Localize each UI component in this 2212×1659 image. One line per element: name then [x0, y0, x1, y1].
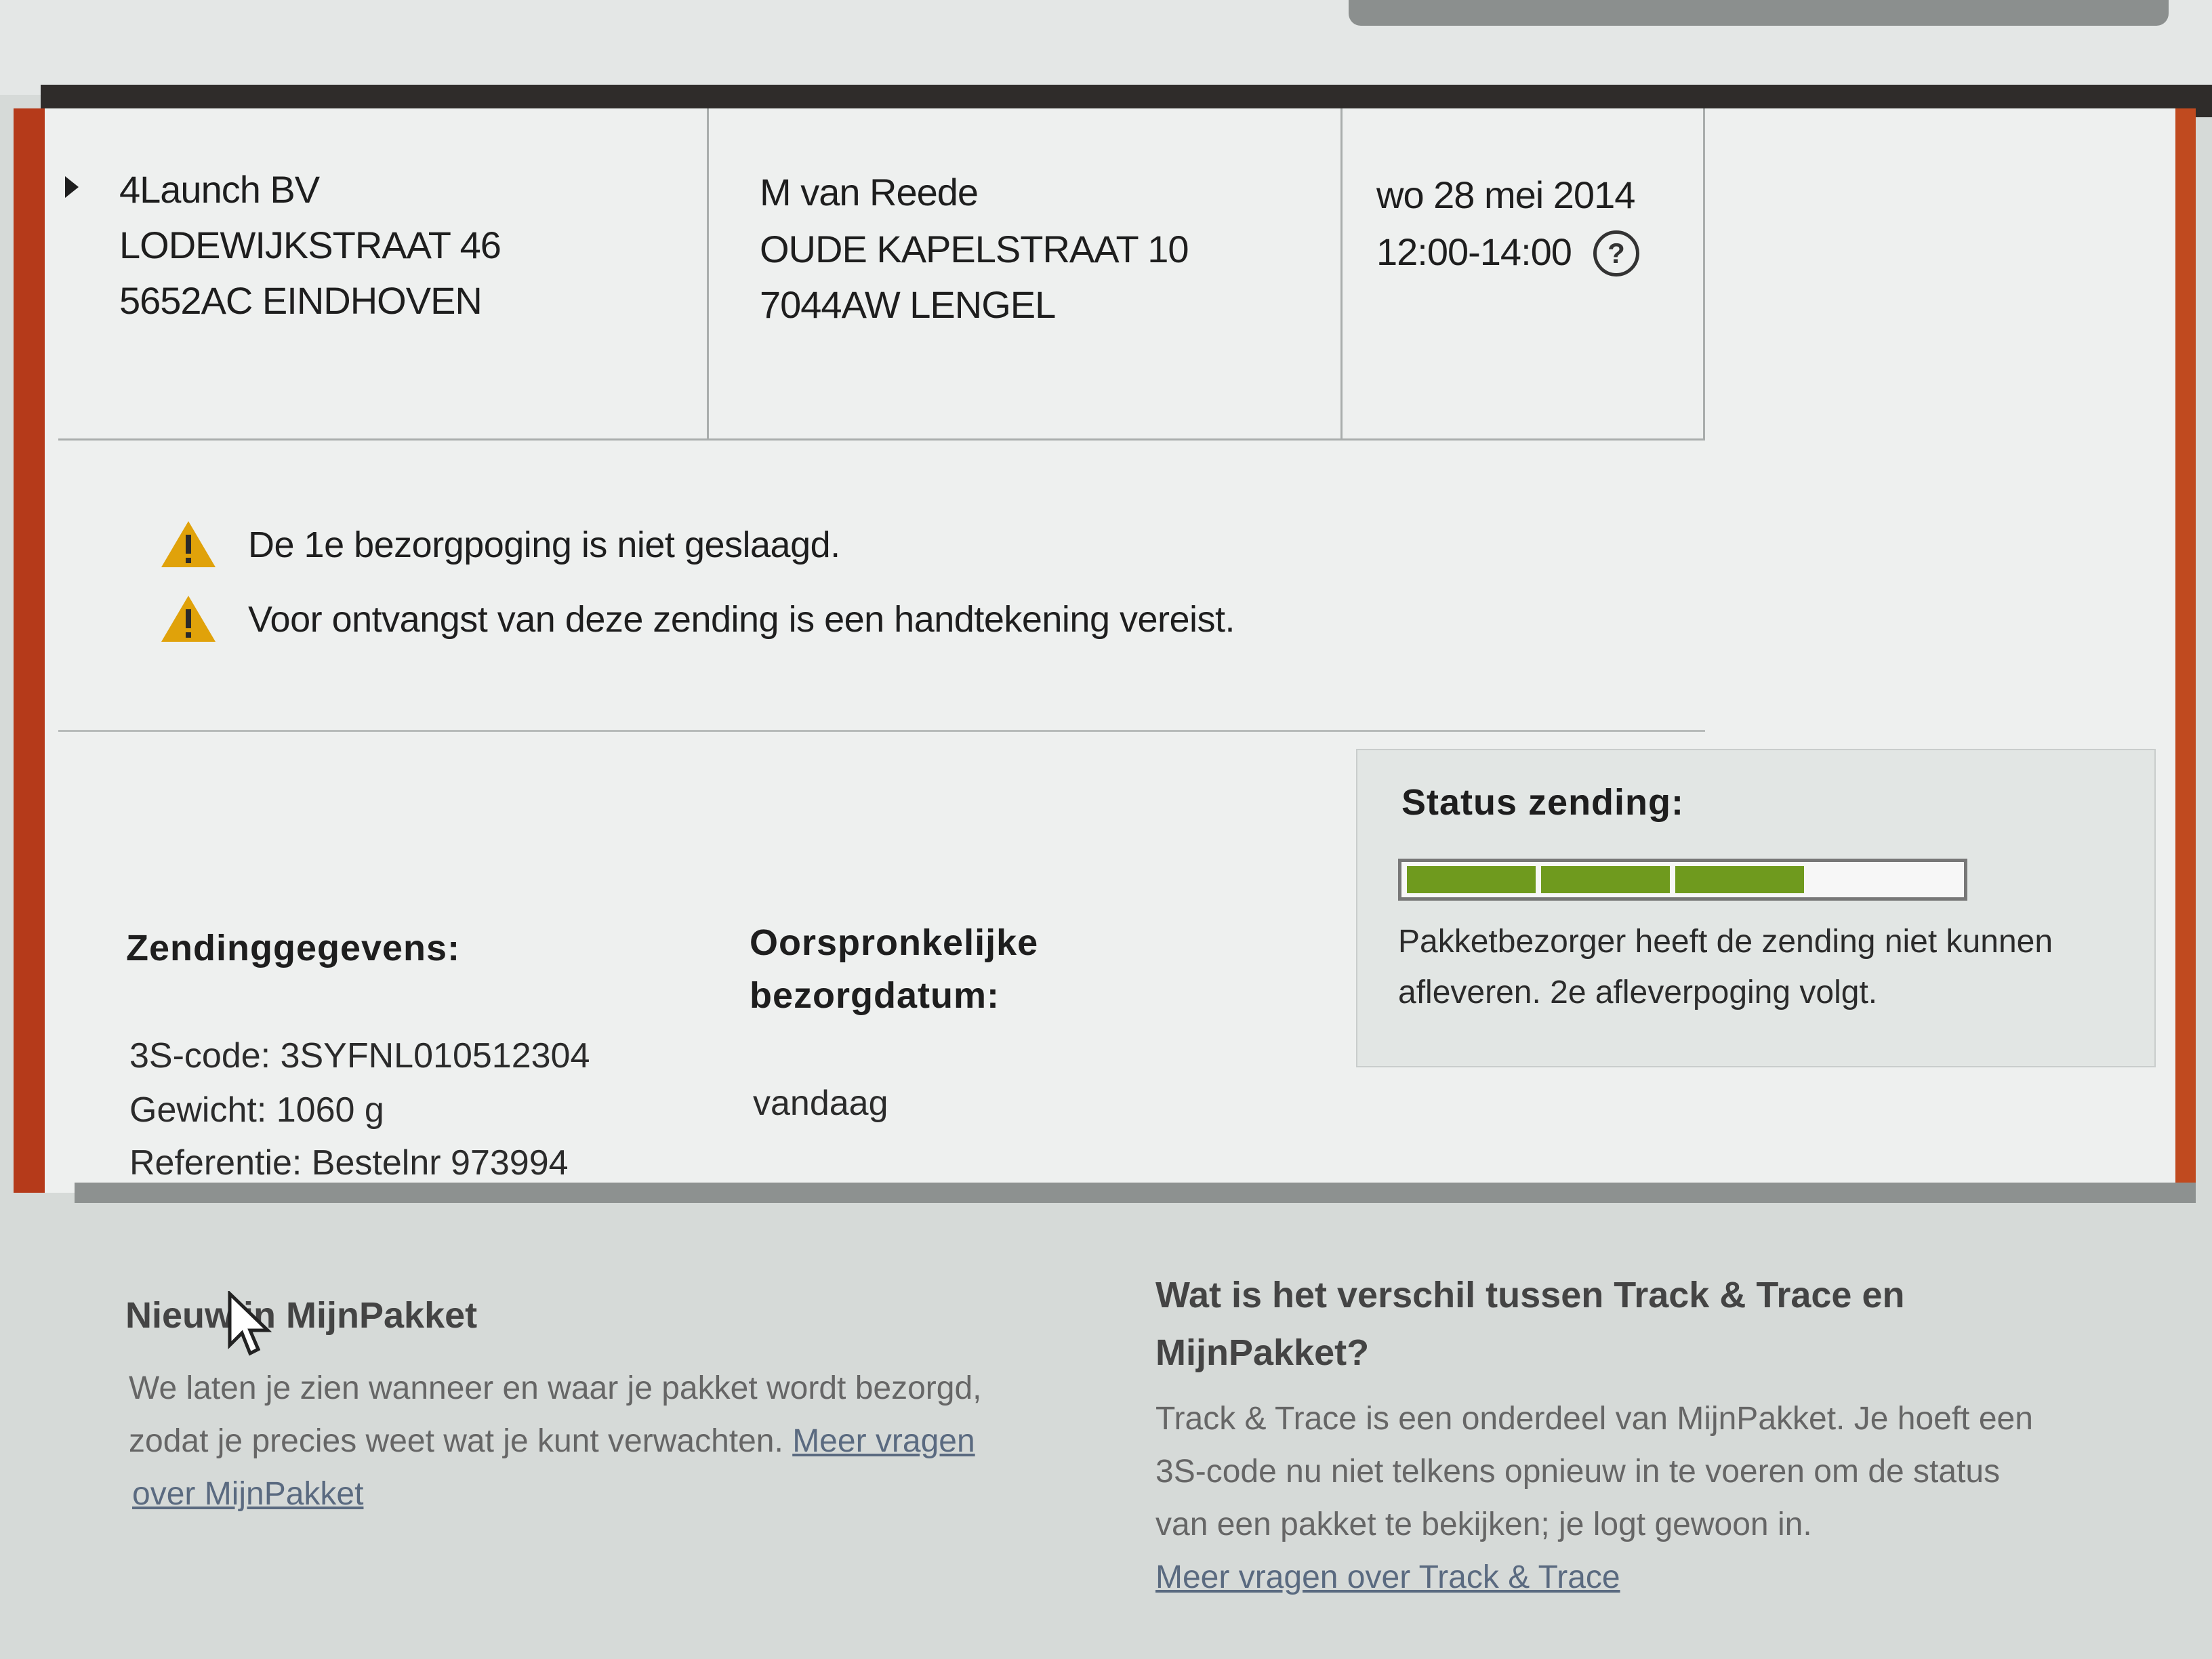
progress-segment — [1541, 866, 1670, 893]
faq-title-1: Wat is het verschil tussen Track & Trace… — [1155, 1275, 1905, 1315]
warning-icon — [161, 596, 216, 642]
shipment-weight: Gewicht: 1060 g — [129, 1090, 384, 1130]
address-grid: 4Launch BV LODEWIJKSTRAAT 46 5652AC EIND… — [58, 108, 1705, 441]
news-text-1: We laten je zien wanneer en waar je pakk… — [129, 1370, 982, 1406]
warning-list: De 1e bezorgpoging is niet geslaagd. Voo… — [58, 441, 1705, 732]
recipient-street: OUDE KAPELSTRAAT 10 — [760, 228, 1189, 270]
warning-text: Voor ontvangst van deze zending is een h… — [248, 599, 1235, 640]
news-link-part-2[interactable]: over MijnPakket — [132, 1468, 363, 1521]
faq-text-2: 3S-code nu niet telkens opnieuw in te vo… — [1155, 1454, 2001, 1490]
original-date-heading-2: bezorgdatum: — [750, 975, 1000, 1016]
original-date-value: vandaag — [753, 1084, 888, 1123]
status-text-2: afleveren. 2e afleverpoging volgt. — [1398, 975, 1878, 1010]
help-icon[interactable]: ? — [1593, 230, 1639, 276]
card-shadow — [75, 1183, 2196, 1203]
faq-text-3: van een pakket te bekijken; je logt gewo… — [1155, 1507, 1812, 1542]
expand-arrow-icon[interactable] — [65, 176, 79, 198]
faq-title-2: MijnPakket? — [1155, 1332, 1370, 1373]
top-tab-bar — [1349, 0, 2169, 26]
mouse-cursor-icon — [228, 1291, 272, 1356]
shipment-heading: Zendinggegevens: — [126, 928, 461, 968]
news-text-2-content: zodat je precies weet wat je kunt verwac… — [129, 1423, 783, 1459]
news-link-part-1[interactable]: Meer vragen — [792, 1423, 975, 1459]
recipient-city: 7044AW LENGEL — [760, 283, 1056, 326]
sender-column: 4Launch BV LODEWIJKSTRAAT 46 5652AC EIND… — [58, 108, 709, 441]
status-progress-bar — [1398, 859, 1967, 901]
warning-icon — [161, 521, 216, 567]
status-heading: Status zending: — [1401, 782, 1684, 823]
shipment-reference: Referentie: Bestelnr 973994 — [129, 1143, 569, 1183]
shipment-card: 4Launch BV LODEWIJKSTRAAT 46 5652AC EIND… — [14, 108, 2196, 1193]
delivery-time: 12:00-14:00 — [1376, 230, 1572, 273]
delivery-date: wo 28 mei 2014 — [1376, 173, 1635, 216]
progress-segment — [1407, 866, 1536, 893]
news-text-2: zodat je precies weet wat je kunt verwac… — [129, 1415, 975, 1468]
news-title: Nieuw in MijnPakket — [125, 1295, 478, 1336]
status-text-1: Pakketbezorger heeft de zending niet kun… — [1398, 924, 2053, 960]
faq-link[interactable]: Meer vragen over Track & Trace — [1155, 1551, 1620, 1604]
sender-city: 5652AC EINDHOVEN — [119, 279, 483, 322]
shipment-details: Zendinggegevens: 3S-code: 3SYFNL01051230… — [45, 732, 2196, 1193]
status-panel: Status zending: Pakketbezorger heeft de … — [1356, 749, 2156, 1067]
info-section: Nieuw in MijnPakket We laten je zien wan… — [0, 1220, 2212, 1659]
original-date-heading-1: Oorspronkelijke — [750, 922, 1039, 963]
sender-name: 4Launch BV — [119, 168, 320, 211]
delivery-column: wo 28 mei 2014 12:00-14:00 ? — [1343, 108, 1705, 441]
shipment-code: 3S-code: 3SYFNL010512304 — [129, 1036, 590, 1076]
recipient-name: M van Reede — [760, 171, 979, 213]
warning-text: De 1e bezorgpoging is niet geslaagd. — [248, 525, 840, 565]
progress-segment — [1675, 866, 1804, 893]
sender-street: LODEWIJKSTRAAT 46 — [119, 224, 501, 266]
recipient-column: M van Reede OUDE KAPELSTRAAT 10 7044AW L… — [709, 108, 1343, 441]
faq-text-1: Track & Trace is een onderdeel van MijnP… — [1155, 1401, 2033, 1437]
